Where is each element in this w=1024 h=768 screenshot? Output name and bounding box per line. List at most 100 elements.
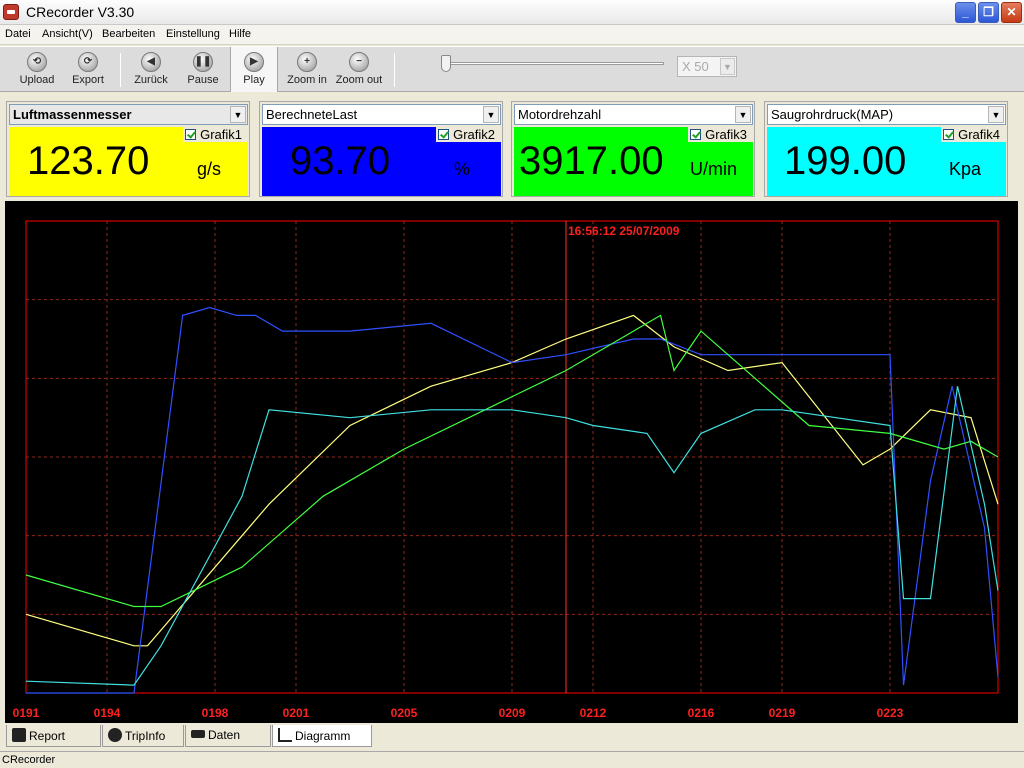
x-tick-label: 0205 (391, 706, 418, 720)
app-icon (3, 4, 19, 20)
graph-label: Grafik2 (453, 127, 495, 142)
sensor-select-3[interactable]: Motordrehzahl ▼ (514, 104, 753, 125)
playback-slider-track[interactable] (446, 62, 664, 65)
playback-slider-thumb[interactable] (441, 55, 451, 72)
upload-button[interactable]: ⟲ Upload (14, 47, 60, 92)
x-tick-label: 0209 (499, 706, 526, 720)
tab-report[interactable]: Report (6, 725, 101, 747)
gauge-display-3: Grafik3 3917.00 U/min (514, 127, 753, 196)
graph-label: Grafik3 (705, 127, 747, 142)
tab-label: TripInfo (125, 729, 166, 743)
graph-label: Grafik1 (200, 127, 242, 142)
gauge-value: 93.70 (290, 139, 391, 183)
gauge-display-2: Grafik2 93.70 % (262, 127, 501, 196)
zoom-in-icon: + (297, 52, 317, 72)
menu-datei[interactable]: Datei (5, 28, 31, 40)
pause-button[interactable]: ❚❚ Pause (180, 47, 226, 92)
pause-label: Pause (187, 74, 219, 86)
export-label: Export (72, 74, 104, 86)
back-label: Zurück (134, 74, 168, 86)
graph-checkbox-3[interactable]: Grafik3 (688, 127, 753, 142)
zoom-out-button[interactable]: − Zoom out (334, 47, 384, 92)
zoom-out-icon: − (349, 52, 369, 72)
export-button[interactable]: ⟳ Export (64, 47, 112, 92)
sensor-name: Luftmassenmesser (13, 107, 132, 122)
pause-icon: ❚❚ (193, 52, 213, 72)
view-tabs: Report TripInfo Daten Diagramm (0, 723, 1024, 749)
upload-icon: ⟲ (27, 52, 47, 72)
gauge-value: 123.70 (27, 139, 150, 183)
graph-checkbox-2[interactable]: Grafik2 (436, 127, 501, 142)
tab-tripinfo[interactable]: TripInfo (102, 725, 184, 747)
gauge-display-4: Grafik4 199.00 Kpa (767, 127, 1006, 196)
sensor-name: Motordrehzahl (518, 107, 602, 122)
chart-svg: 16:56:12 25/07/2009 0191 0194 0198 0201 0205 0… (13, 220, 999, 720)
play-label: Play (243, 74, 265, 86)
chevron-down-icon[interactable]: ▼ (230, 106, 246, 123)
gauge-unit: U/min (690, 159, 738, 179)
menu-bar: Datei Ansicht(V) Bearbeiten Einstellung … (0, 25, 1024, 45)
tab-diagramm[interactable]: Diagramm (272, 725, 372, 747)
report-icon (12, 728, 26, 742)
tab-label: Diagramm (295, 729, 351, 743)
zoom-out-label: Zoom out (335, 74, 383, 86)
sensor-name: BerechneteLast (266, 107, 358, 122)
back-button[interactable]: ◀ Zurück (128, 47, 174, 92)
gauge-value: 3917.00 (519, 139, 664, 183)
minimize-button[interactable]: _ (955, 2, 976, 23)
x-tick-label: 0198 (202, 706, 229, 720)
zoom-in-button[interactable]: + Zoom in (283, 47, 331, 92)
gauge-unit: g/s (197, 159, 222, 179)
menu-einstellung[interactable]: Einstellung (166, 28, 220, 40)
sensor-name: Saugrohrdruck(MAP) (771, 107, 894, 122)
chevron-down-icon[interactable]: ▼ (720, 58, 735, 75)
x-tick-label: 0223 (877, 706, 904, 720)
gauge-unit: % (454, 159, 471, 179)
gauge-value: 199.00 (784, 139, 907, 183)
close-button[interactable]: ✕ (1001, 2, 1022, 23)
play-button[interactable]: ▶ Play (230, 47, 278, 92)
graph-checkbox-1[interactable]: Grafik1 (183, 127, 248, 142)
tab-daten[interactable]: Daten (185, 725, 271, 747)
x-tick-label: 0212 (580, 706, 607, 720)
checkbox-icon (943, 129, 955, 140)
toolbar: ⟲ Upload ⟳ Export ◀ Zurück ❚❚ Pause ▶ Pl… (0, 46, 1024, 92)
maximize-button[interactable]: ❐ (978, 2, 999, 23)
battery-icon (191, 730, 205, 738)
sensor-select-1[interactable]: Luftmassenmesser ▼ (9, 104, 248, 125)
gauge-panel-2: BerechneteLast ▼ Grafik2 93.70 % (259, 101, 503, 197)
x-tick-label: 0191 (13, 706, 40, 720)
diagram-chart[interactable]: 16:56:12 25/07/2009 0191 0194 0198 0201 0205 0… (5, 201, 1018, 723)
rewind-icon: ◀ (141, 52, 161, 72)
x-tick-label: 0219 (769, 706, 796, 720)
menu-hilfe[interactable]: Hilfe (229, 28, 251, 40)
menu-ansicht[interactable]: Ansicht(V) (42, 28, 93, 40)
speed-select[interactable]: X 50 ▼ (677, 56, 737, 77)
zoom-in-label: Zoom in (287, 74, 327, 86)
sensor-select-2[interactable]: BerechneteLast ▼ (262, 104, 501, 125)
window-title: CRecorder V3.30 (26, 4, 135, 20)
gear-icon (108, 728, 122, 742)
upload-label: Upload (19, 74, 55, 86)
status-bar: CRecorder (0, 751, 1024, 768)
chevron-down-icon[interactable]: ▼ (988, 106, 1004, 123)
x-tick-label: 0216 (688, 706, 715, 720)
toolbar-separator (394, 53, 395, 87)
checkbox-icon (438, 129, 450, 140)
gauge-panel-1: Luftmassenmesser ▼ Grafik1 123.70 g/s (6, 101, 250, 197)
chevron-down-icon[interactable]: ▼ (483, 106, 499, 123)
speed-value: X 50 (682, 59, 709, 74)
play-icon: ▶ (244, 52, 264, 72)
export-icon: ⟳ (78, 52, 98, 72)
gauge-panel-3: Motordrehzahl ▼ Grafik3 3917.00 U/min (511, 101, 755, 197)
graph-checkbox-4[interactable]: Grafik4 (941, 127, 1006, 142)
tab-label: Daten (208, 728, 241, 742)
toolbar-separator (120, 53, 121, 87)
checkbox-icon (185, 129, 197, 140)
gauge-display-1: Grafik1 123.70 g/s (9, 127, 248, 196)
sensor-select-4[interactable]: Saugrohrdruck(MAP) ▼ (767, 104, 1006, 125)
menu-bearbeiten[interactable]: Bearbeiten (102, 28, 155, 40)
x-tick-label: 0201 (283, 706, 310, 720)
gauge-panel-4: Saugrohrdruck(MAP) ▼ Grafik4 199.00 Kpa (764, 101, 1008, 197)
chevron-down-icon[interactable]: ▼ (735, 106, 751, 123)
